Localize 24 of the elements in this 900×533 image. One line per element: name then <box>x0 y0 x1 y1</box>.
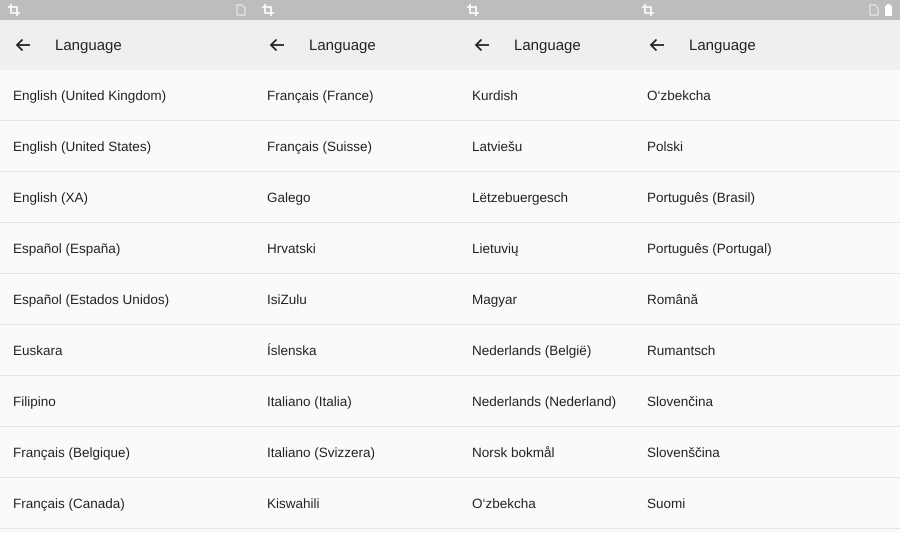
back-arrow-icon[interactable] <box>649 38 665 52</box>
language-item[interactable]: O‘zbekcha <box>634 70 900 121</box>
sim-card-icon <box>236 4 246 16</box>
language-item[interactable]: Português (Portugal) <box>634 223 900 274</box>
battery-icon <box>885 4 892 16</box>
back-arrow-icon[interactable] <box>269 38 285 52</box>
back-arrow-icon[interactable] <box>15 38 31 52</box>
language-item[interactable]: Português (Brasil) <box>634 172 900 223</box>
language-item[interactable]: Română <box>634 274 900 325</box>
language-item[interactable]: Rumantsch <box>634 325 900 376</box>
screen-title: Language <box>55 36 122 54</box>
language-item[interactable]: Slovenščina <box>634 427 900 478</box>
screen-title: Language <box>309 36 376 54</box>
crop-icon <box>8 4 20 16</box>
sim-card-icon <box>869 4 879 16</box>
crop-icon <box>467 4 479 16</box>
language-item[interactable]: Slovenčina <box>634 376 900 427</box>
crop-icon <box>642 4 654 16</box>
language-item[interactable]: Polski <box>634 121 900 172</box>
screen-title: Language <box>514 36 581 54</box>
back-arrow-icon[interactable] <box>474 38 490 52</box>
crop-icon <box>262 4 274 16</box>
screen-title: Language <box>689 36 756 54</box>
language-item[interactable]: Suomi <box>634 478 900 529</box>
